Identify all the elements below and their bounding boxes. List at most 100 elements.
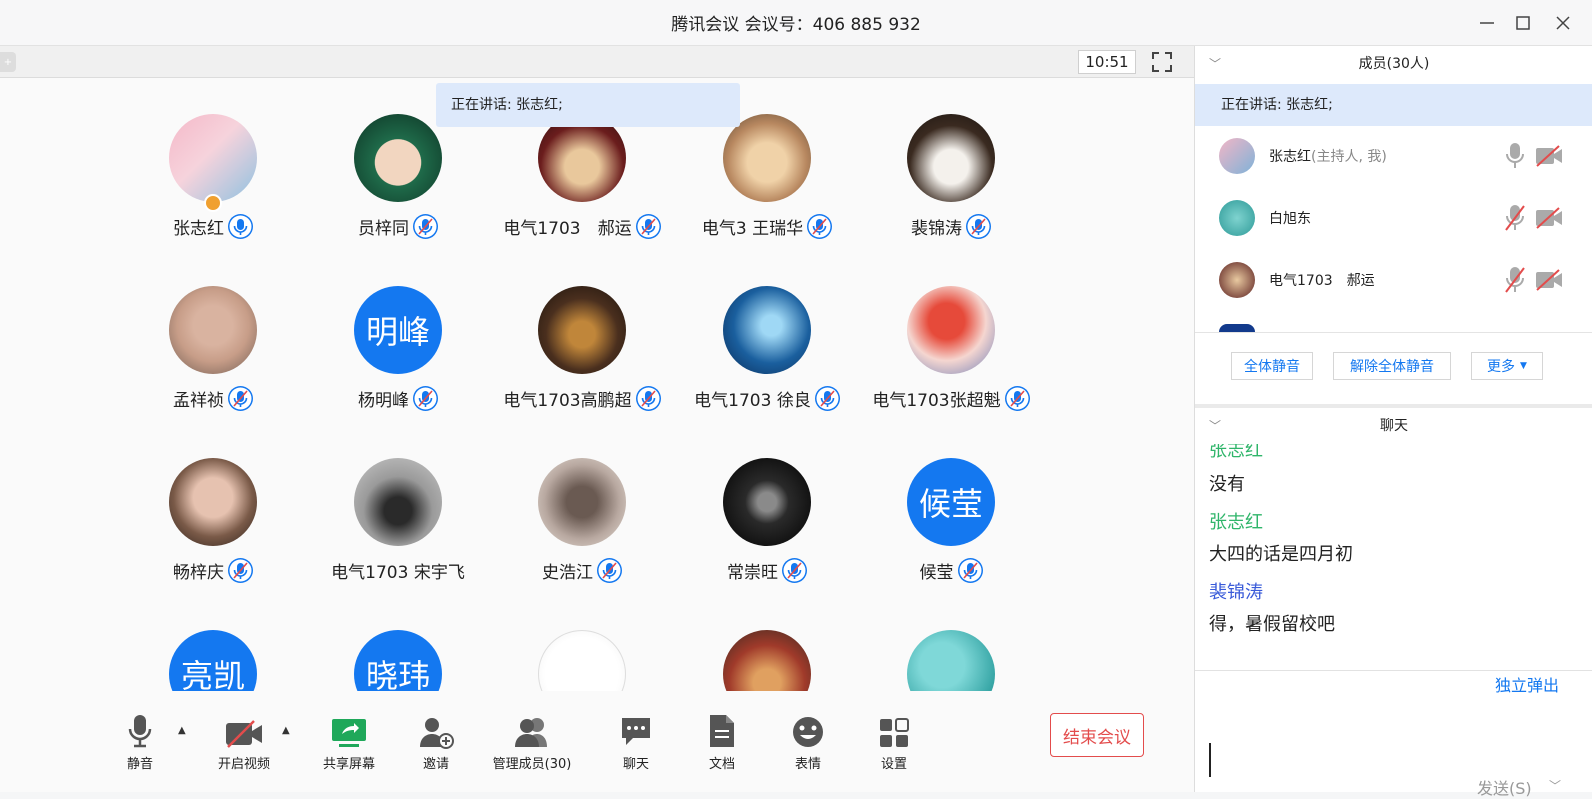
participant-tile[interactable]: 候莹 候莹: [851, 458, 1051, 618]
participant-tile[interactable]: [482, 630, 682, 691]
avatar: [723, 458, 811, 546]
microphone-muted-icon[interactable]: [1505, 204, 1525, 232]
participant-tile[interactable]: 明峰 杨明峰: [298, 286, 498, 446]
participant-name: 孟祥祯: [173, 391, 224, 411]
avatar: [538, 630, 626, 691]
chat-sender: 张志红: [1209, 444, 1263, 461]
participant-tile[interactable]: 裴锦涛: [851, 114, 1051, 274]
participant-name-row: 员梓同: [298, 214, 498, 239]
participant-tile[interactable]: 张志红: [113, 114, 313, 274]
security-shield-icon[interactable]: +: [0, 52, 16, 72]
camera-off-icon[interactable]: [1535, 268, 1563, 292]
caret-down-icon: ▼: [1520, 361, 1527, 371]
participant-tile[interactable]: 电气1703高鹏超: [482, 286, 682, 446]
avatar: [538, 458, 626, 546]
maximize-icon[interactable]: [1508, 8, 1538, 38]
participant-tile[interactable]: [667, 630, 867, 691]
participant-tile[interactable]: 亮凯: [113, 630, 313, 691]
video-options-caret-icon[interactable]: ▲: [282, 725, 290, 736]
minimize-icon[interactable]: [1472, 8, 1502, 38]
manage-members-label: 管理成员(30): [492, 757, 572, 772]
chat-bubble-icon: [614, 711, 658, 749]
text-caret: [1209, 743, 1211, 777]
participant-tile[interactable]: 电气1703 徐良: [667, 286, 867, 446]
avatar: [723, 114, 811, 202]
members-header[interactable]: ﹀ 成员(30人): [1195, 46, 1592, 82]
participant-name-row: 电气1703 郝运: [482, 214, 682, 239]
participant-tile[interactable]: 员梓同: [298, 114, 498, 274]
chat-message: 没有: [1209, 474, 1245, 495]
close-icon[interactable]: [1548, 8, 1578, 38]
meeting-clock: 10:51: [1078, 50, 1136, 74]
participant-name: 电气1703张超魁: [872, 391, 1001, 411]
avatar: [723, 630, 811, 691]
more-button[interactable]: 更多 ▼: [1471, 352, 1543, 380]
avatar: [907, 630, 995, 691]
participant-name-row: 电气1703张超魁: [851, 386, 1051, 411]
participant-name-row: 电气3 王瑞华: [667, 214, 867, 239]
invite-user-icon: [414, 711, 458, 749]
participant-tile[interactable]: 电气1703张超魁: [851, 286, 1051, 446]
chat-button[interactable]: 聊天: [614, 711, 658, 772]
start-video-button[interactable]: 开启视频: [214, 711, 274, 772]
chevron-down-icon[interactable]: ﹀: [1209, 408, 1221, 444]
participant-tile[interactable]: 晓玮: [298, 630, 498, 691]
participant-name: 员梓同: [358, 219, 409, 239]
manage-members-button[interactable]: 管理成员(30): [492, 711, 572, 772]
share-screen-button[interactable]: 共享屏幕: [320, 711, 378, 772]
avatar: [354, 458, 442, 546]
participant-tile[interactable]: 电气1703 郝运: [482, 114, 682, 274]
participant-tile[interactable]: 电气3 王瑞华: [667, 114, 867, 274]
settings-button[interactable]: 设置: [872, 711, 916, 772]
send-options-chevron-icon[interactable]: ﹀: [1549, 777, 1561, 794]
chevron-down-icon[interactable]: ﹀: [1209, 46, 1221, 82]
member-row[interactable]: 白旭东: [1195, 188, 1592, 250]
microphone-muted-icon: [413, 386, 438, 411]
microphone-muted-icon: [228, 386, 253, 411]
mute-options-caret-icon[interactable]: ▲: [178, 725, 186, 736]
participant-name-row: 史浩江: [482, 558, 682, 583]
members-title: 成员(30人): [1358, 56, 1430, 72]
member-row[interactable]: 张志红(主持人, 我): [1195, 126, 1592, 188]
microphone-muted-icon: [1004, 386, 1030, 411]
participant-name-row: 裴锦涛: [851, 214, 1051, 239]
send-button[interactable]: 发送(S): [1477, 775, 1532, 799]
member-role: (主持人, 我): [1311, 149, 1387, 165]
camera-off-icon[interactable]: [1535, 144, 1563, 168]
avatar: [723, 286, 811, 374]
chat-sender: 裴锦涛: [1209, 582, 1263, 603]
participant-name: 候莹: [919, 563, 954, 583]
title-bar: 腾讯会议 会议号：406 885 932: [0, 0, 1592, 46]
microphone-icon[interactable]: [1505, 142, 1525, 170]
avatar: 明峰: [354, 286, 442, 374]
top-toolstrip: + 10:51: [0, 46, 1194, 78]
emoji-button[interactable]: 表情: [786, 711, 830, 772]
invite-button[interactable]: 邀请: [414, 711, 458, 772]
window-title: 腾讯会议 会议号：406 885 932: [671, 15, 921, 35]
end-meeting-button[interactable]: 结束会议: [1050, 713, 1144, 757]
member-row[interactable]: 电气1703 郝运: [1195, 250, 1592, 312]
microphone-muted-icon[interactable]: [1505, 266, 1525, 294]
participant-tile[interactable]: [851, 630, 1051, 691]
documents-label: 文档: [708, 757, 735, 772]
mute-button[interactable]: 静音: [118, 711, 162, 772]
more-label: 更多: [1487, 359, 1516, 375]
participant-tile[interactable]: 畅梓庆: [113, 458, 313, 618]
participant-name: 张志红: [173, 219, 224, 239]
participant-tile[interactable]: 史浩江: [482, 458, 682, 618]
participant-name-row: 电气1703高鹏超: [482, 386, 682, 411]
participant-tile[interactable]: 电气1703 宋宇飞: [298, 458, 498, 618]
avatar: 晓玮: [354, 630, 442, 691]
fullscreen-icon[interactable]: [1150, 50, 1174, 74]
avatar: [538, 286, 626, 374]
popout-link[interactable]: 独立弹出: [1495, 672, 1559, 696]
camera-off-icon[interactable]: [1535, 206, 1563, 230]
host-badge-icon: [204, 194, 222, 212]
mute-all-button[interactable]: 全体静音: [1231, 352, 1313, 380]
participant-tile[interactable]: 常崇旺: [667, 458, 867, 618]
chat-header[interactable]: ﹀ 聊天: [1195, 408, 1592, 444]
participant-tile[interactable]: 孟祥祯: [113, 286, 313, 446]
documents-button[interactable]: 文档: [700, 711, 744, 772]
divider: [1195, 332, 1592, 333]
unmute-all-button[interactable]: 解除全体静音: [1333, 352, 1451, 380]
